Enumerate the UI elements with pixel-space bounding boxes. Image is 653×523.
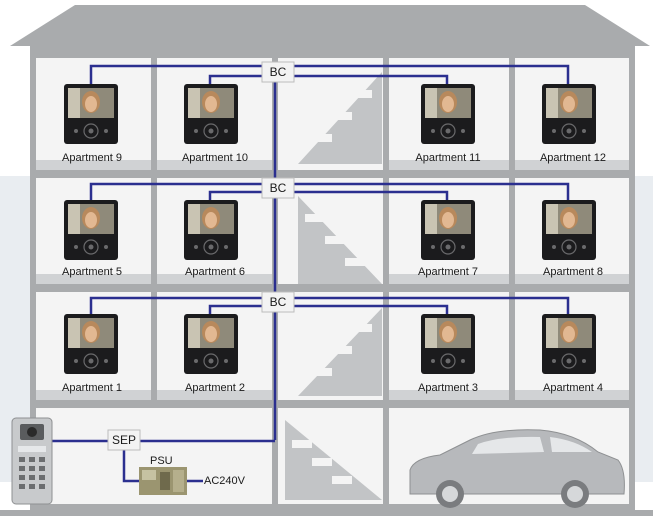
apartment-label: Apartment 12: [539, 152, 607, 164]
monitor-icon: [64, 314, 118, 374]
bc-label: BC: [269, 295, 287, 309]
monitor-icon: [184, 84, 238, 144]
apartment-label: Apartment 3: [418, 382, 478, 394]
intercom-wiring-diagram: Apartment 9 Apartment 10 Apartment 11 Ap…: [0, 0, 653, 523]
apartment-label: Apartment 5: [62, 266, 122, 278]
apartment-label: Apartment 10: [181, 152, 249, 164]
monitor-icon: [421, 200, 475, 260]
monitor-icon: [184, 314, 238, 374]
apartment-label: Apartment 1: [62, 382, 122, 394]
apartment-label: Apartment 8: [543, 266, 603, 278]
monitor-icon: [542, 84, 596, 144]
roof: [10, 5, 650, 46]
monitor-icon: [542, 314, 596, 374]
bc-label: BC: [269, 181, 287, 195]
psu-label: PSU: [150, 455, 173, 467]
door-station-icon: [11, 417, 53, 505]
apartment-label: Apartment 9: [62, 152, 122, 164]
monitor-icon: [184, 200, 238, 260]
ground-line: [0, 510, 653, 516]
monitor-icon: [64, 84, 118, 144]
monitor-icon: [421, 314, 475, 374]
apartment-label: Apartment 11: [415, 152, 481, 164]
power-supply-icon: [139, 467, 187, 495]
apartment-label: Apartment 7: [418, 266, 478, 278]
sep-label: SEP: [111, 433, 136, 447]
apartment-label: Apartment 2: [185, 382, 245, 394]
apartment-label: Apartment 6: [185, 266, 245, 278]
monitor-icon: [542, 200, 596, 260]
apartment-label: Apartment 4: [543, 382, 603, 394]
mains-label: AC240V: [204, 475, 245, 487]
building-diagram: [0, 5, 653, 516]
monitor-icon: [421, 84, 475, 144]
bc-label: BC: [269, 65, 287, 79]
monitor-icon: [64, 200, 118, 260]
